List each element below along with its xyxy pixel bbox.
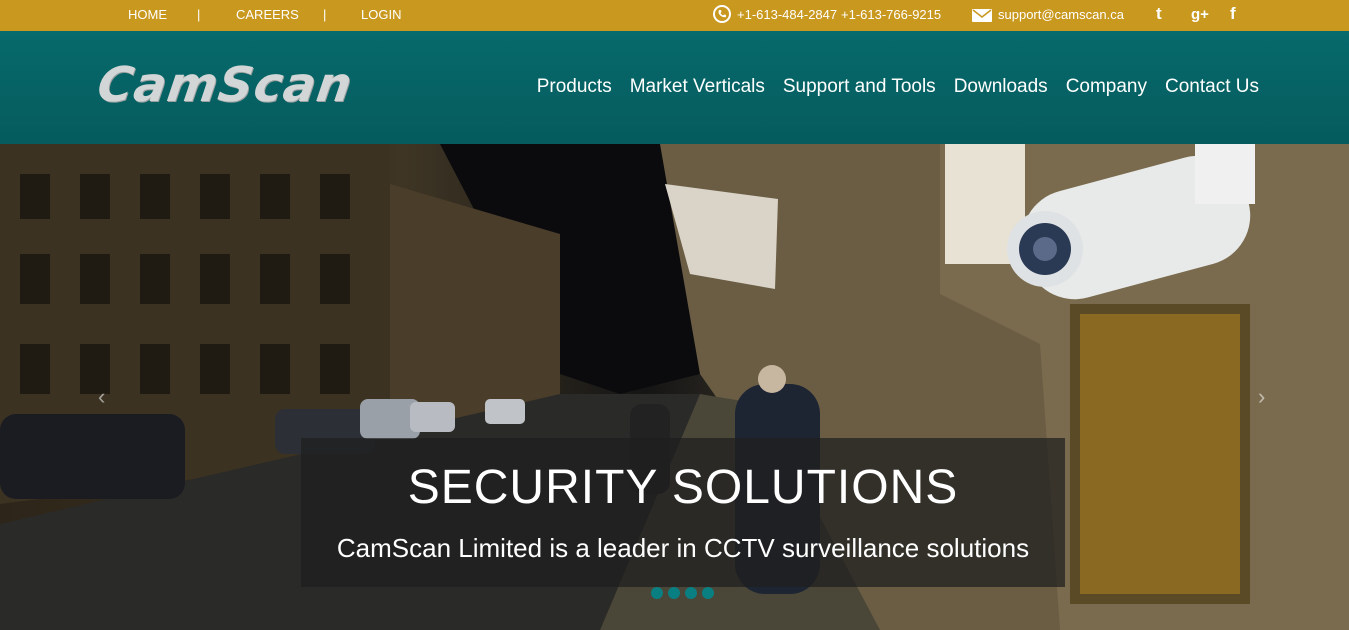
phone-icon bbox=[713, 5, 731, 23]
chevron-right-icon[interactable]: › bbox=[1258, 384, 1265, 410]
site-header: CamScan Products Market Verticals Suppor… bbox=[0, 31, 1349, 144]
hero-slider: ‹ › SECURITY SOLUTIONS CamScan Limited i… bbox=[0, 144, 1349, 630]
slider-dot-4[interactable] bbox=[702, 587, 714, 599]
twitter-icon[interactable]: t bbox=[1156, 4, 1162, 24]
slider-dot-1[interactable] bbox=[651, 587, 663, 599]
home-link[interactable]: HOME bbox=[128, 7, 167, 22]
hero-subtitle: CamScan Limited is a leader in CCTV surv… bbox=[336, 533, 1030, 563]
phone-number-2[interactable]: +1-613-766-9215 bbox=[841, 7, 941, 22]
separator: | bbox=[197, 7, 201, 22]
camscan-logo[interactable]: CamScan bbox=[94, 57, 356, 113]
support-email-link[interactable]: support@camscan.ca bbox=[998, 7, 1124, 22]
login-link[interactable]: LOGIN bbox=[361, 7, 401, 22]
nav-support-and-tools[interactable]: Support and Tools bbox=[783, 76, 936, 98]
mail-icon bbox=[972, 9, 992, 22]
slider-dot-2[interactable] bbox=[668, 587, 680, 599]
phone-number-1[interactable]: +1-613-484-2847 bbox=[737, 7, 837, 22]
slider-dots bbox=[651, 587, 714, 599]
nav-company[interactable]: Company bbox=[1066, 76, 1147, 98]
top-utility-bar: HOME | CAREERS | LOGIN +1-613-484-2847 +… bbox=[0, 0, 1349, 31]
nav-contact-us[interactable]: Contact Us bbox=[1165, 76, 1259, 98]
chevron-left-icon[interactable]: ‹ bbox=[98, 384, 105, 410]
facebook-icon[interactable]: f bbox=[1230, 4, 1236, 24]
main-nav: Products Market Verticals Support and To… bbox=[537, 76, 1259, 98]
slider-dot-3[interactable] bbox=[685, 587, 697, 599]
separator: | bbox=[323, 7, 327, 22]
google-plus-icon[interactable]: g+ bbox=[1191, 6, 1209, 23]
hero-title: SECURITY SOLUTIONS bbox=[407, 461, 959, 514]
nav-products[interactable]: Products bbox=[537, 76, 612, 98]
nav-downloads[interactable]: Downloads bbox=[954, 76, 1048, 98]
careers-link[interactable]: CAREERS bbox=[236, 7, 299, 22]
hero-caption: SECURITY SOLUTIONS CamScan Limited is a … bbox=[301, 438, 1065, 587]
nav-market-verticals[interactable]: Market Verticals bbox=[630, 76, 765, 98]
